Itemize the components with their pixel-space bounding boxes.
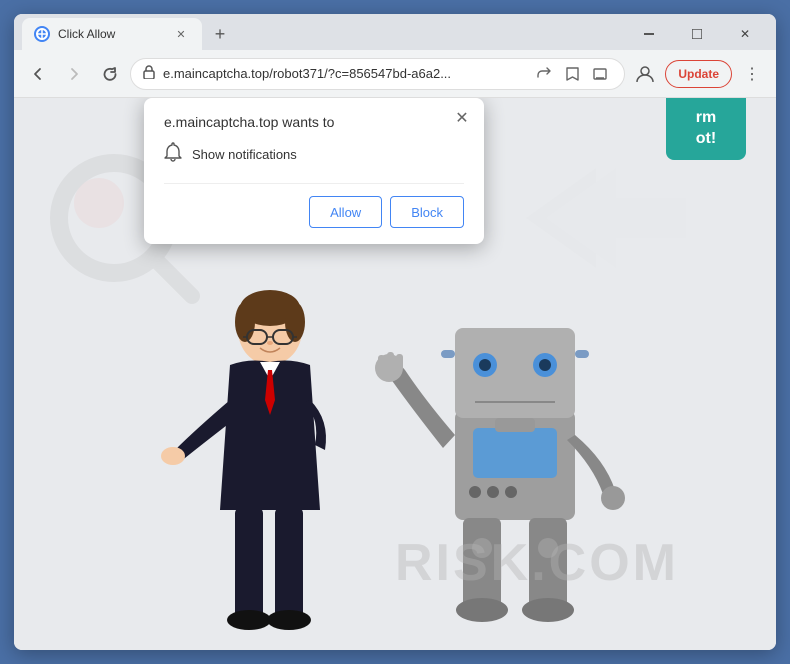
tab-close-button[interactable]: ✕: [172, 25, 190, 43]
lock-icon: [143, 65, 155, 82]
tab-bar: Click Allow ✕ + ✕: [14, 14, 776, 50]
characters-illustration: RISK.COM: [115, 270, 675, 650]
popup-title: e.maincaptcha.top wants to: [164, 114, 464, 130]
address-bar[interactable]: e.maincaptcha.top/robot371/?c=856547bd-a…: [130, 58, 625, 90]
menu-button[interactable]: ⋮: [736, 58, 768, 90]
notification-label: Show notifications: [192, 147, 297, 162]
allow-button[interactable]: Allow: [309, 196, 382, 228]
popup-divider: [164, 183, 464, 184]
svg-text:RISK.COM: RISK.COM: [395, 534, 675, 592]
tab-title: Click Allow: [58, 27, 164, 41]
new-tab-button[interactable]: +: [206, 20, 234, 48]
window-controls: ✕: [626, 18, 768, 50]
tab-favicon: [34, 26, 50, 42]
share-button[interactable]: [532, 62, 556, 86]
captcha-button: rm ot!: [666, 98, 746, 160]
tablet-button[interactable]: [588, 62, 612, 86]
popup-actions: Allow Block: [164, 196, 464, 228]
browser-window: Click Allow ✕ + ✕ e.maincapt: [14, 14, 776, 650]
bell-icon: [164, 142, 182, 167]
popup-notification-row: Show notifications: [164, 142, 464, 167]
popup-close-button[interactable]: ✕: [450, 106, 474, 130]
address-text: e.maincaptcha.top/robot371/?c=856547bd-a…: [163, 66, 524, 81]
notification-popup: ✕ e.maincaptcha.top wants to Show notifi…: [144, 98, 484, 244]
nav-bar: e.maincaptcha.top/robot371/?c=856547bd-a…: [14, 50, 776, 98]
block-button[interactable]: Block: [390, 196, 464, 228]
reload-button[interactable]: [94, 58, 126, 90]
browser-tab[interactable]: Click Allow ✕: [22, 18, 202, 50]
profile-button[interactable]: [629, 58, 661, 90]
maximize-button[interactable]: [674, 18, 720, 50]
forward-button[interactable]: [58, 58, 90, 90]
bookmark-button[interactable]: [560, 62, 584, 86]
close-button[interactable]: ✕: [722, 18, 768, 50]
minimize-button[interactable]: [626, 18, 672, 50]
update-button[interactable]: Update: [665, 60, 732, 88]
back-button[interactable]: [22, 58, 54, 90]
page-content: rm ot! ✕ e.maincaptcha.top wants to Show…: [14, 98, 776, 650]
address-actions: [532, 62, 612, 86]
